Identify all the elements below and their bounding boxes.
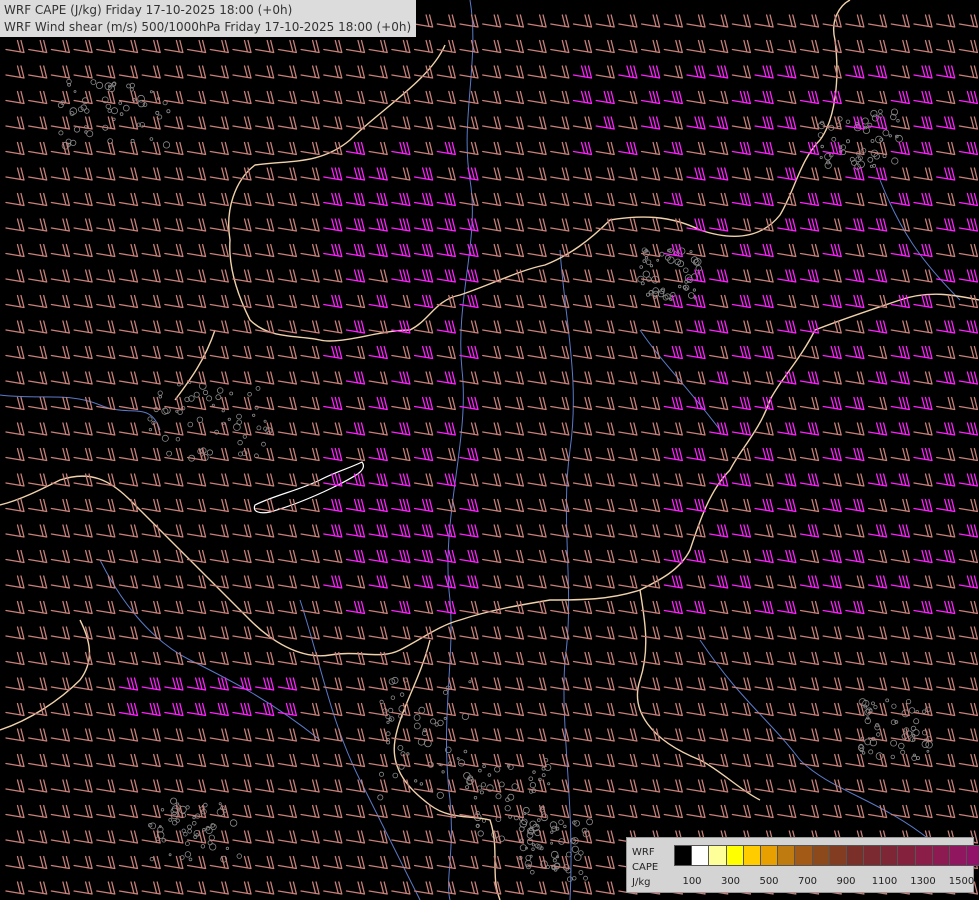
legend-tick-labels: 100 300 500 700 900 1100 1300 1500 bbox=[674, 876, 974, 888]
legend-swatch bbox=[675, 846, 693, 865]
legend-swatch bbox=[881, 846, 899, 865]
legend-swatch bbox=[709, 846, 727, 865]
legend-tick-label: 700 bbox=[797, 876, 818, 887]
legend-swatch bbox=[778, 846, 796, 865]
legend-tick-label: 1500 bbox=[948, 876, 975, 887]
legend-swatch bbox=[795, 846, 813, 865]
legend-tick-label: 900 bbox=[836, 876, 856, 887]
legend-swatch bbox=[726, 846, 744, 865]
legend-unit-label: J/kg bbox=[632, 877, 651, 888]
legend-tick-label: 1100 bbox=[871, 876, 898, 887]
legend-swatch bbox=[898, 846, 916, 865]
legend-swatch bbox=[812, 846, 830, 865]
legend-tick-label: 500 bbox=[759, 876, 779, 887]
legend-tick-label: 1300 bbox=[910, 876, 936, 887]
shear-title: WRF Wind shear (m/s) 500/1000hPa Friday … bbox=[4, 20, 412, 34]
legend-swatch bbox=[932, 846, 950, 865]
legend-swatch bbox=[846, 846, 865, 865]
legend-tick-label: 100 bbox=[682, 876, 702, 887]
weather-map bbox=[0, 0, 979, 900]
legend-swatch bbox=[967, 846, 979, 865]
legend-swatch bbox=[743, 846, 761, 865]
legend-swatch bbox=[915, 846, 933, 865]
legend-swatch bbox=[692, 846, 710, 865]
legend-model-label: WRF bbox=[632, 847, 655, 858]
cape-legend: WRF CAPE J/kg 100 300 500 700 900 1100 1300 150… bbox=[626, 837, 979, 893]
cape-title: WRF CAPE (J/kg) Friday 17-10-2025 18:00 … bbox=[4, 3, 293, 17]
legend-field-label: CAPE bbox=[632, 862, 659, 873]
legend-swatch bbox=[760, 846, 779, 865]
legend-swatch bbox=[829, 846, 847, 865]
legend-color-scale bbox=[674, 845, 979, 866]
legend-tick-label: 300 bbox=[720, 876, 741, 887]
legend-swatch bbox=[864, 846, 882, 865]
map-title-box: WRF CAPE (J/kg) Friday 17-10-2025 18:00 … bbox=[0, 0, 417, 37]
legend-swatch bbox=[950, 846, 968, 865]
